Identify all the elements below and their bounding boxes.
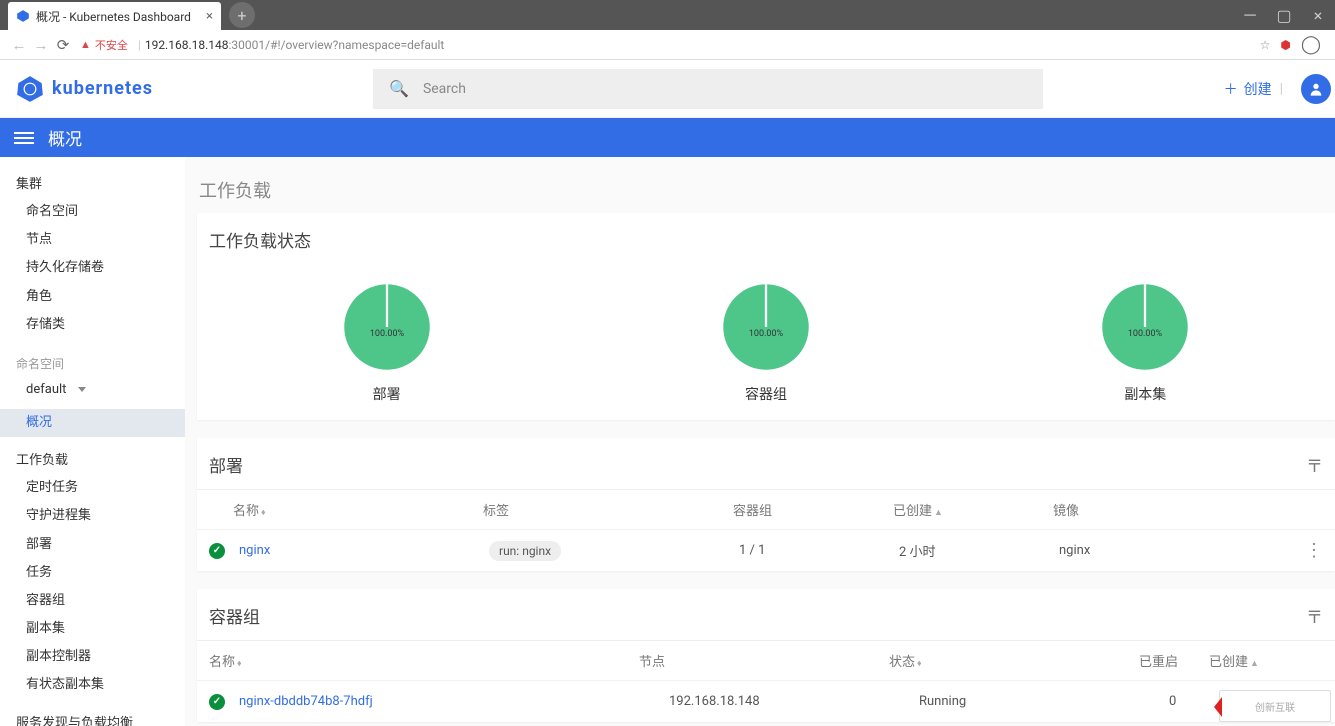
table-header: 名称♦ 标签 容器组 已创建▲ 镜像 <box>197 489 1335 529</box>
security-warning[interactable]: ▲ 不安全 <box>80 37 128 53</box>
new-tab-button[interactable]: + <box>229 2 255 28</box>
card-title: 容器组 <box>209 603 260 628</box>
brand-logo[interactable]: kubernetes <box>16 75 153 103</box>
chevron-down-icon <box>78 387 86 392</box>
browser-toolbar: ← → ⟳ ▲ 不安全 | 192.168.18.148:30001/#!/ov… <box>0 30 1335 60</box>
status-ok-icon <box>209 694 225 710</box>
search-input[interactable]: 🔍 Search <box>373 69 1043 109</box>
deployment-link[interactable]: nginx <box>239 543 489 558</box>
sidebar-section-namespace: 命名空间 <box>0 349 185 378</box>
sidebar-section-discovery: 服务发现与负载均衡 <box>0 706 185 726</box>
profile-avatar-icon[interactable]: ◯ <box>1301 34 1321 55</box>
svg-text:100.00%: 100.00% <box>1128 329 1163 339</box>
sidebar-item-jobs[interactable]: 任务 <box>0 559 185 587</box>
user-icon <box>1308 81 1324 97</box>
sidebar-item-daemonsets[interactable]: 守护进程集 <box>0 502 185 530</box>
sidebar-item-rc[interactable]: 副本控制器 <box>0 643 185 671</box>
sidebar-item-cronjobs[interactable]: 定时任务 <box>0 474 185 502</box>
filter-icon[interactable]: 〒 <box>1306 603 1323 628</box>
kubernetes-favicon-icon <box>16 9 30 23</box>
page-title: 概况 <box>48 125 82 150</box>
card-title: 部署 <box>209 452 243 477</box>
filter-icon[interactable]: 〒 <box>1306 452 1323 477</box>
nav-reload-button[interactable]: ⟳ <box>52 36 74 54</box>
pie-deployments: 100.00% 部署 <box>342 282 432 404</box>
window-maximize-button[interactable]: ▢ <box>1267 0 1301 30</box>
bookmark-star-icon[interactable]: ☆ <box>1260 38 1271 52</box>
sort-icon[interactable]: ▲ <box>934 508 943 518</box>
warning-icon: ▲ <box>80 38 91 51</box>
user-avatar[interactable] <box>1301 74 1331 104</box>
browser-tab[interactable]: 概况 - Kubernetes Dashboard × <box>8 2 221 30</box>
sidebar-item-deployments[interactable]: 部署 <box>0 531 185 559</box>
plus-icon: ＋ <box>1224 79 1238 99</box>
main-content: 工作负载 工作负载状态 100.00% 部署 100.00% 容器组 100.0… <box>185 157 1335 726</box>
sidebar: 集群 命名空间 节点 持久化存储卷 角色 存储类 命名空间 default 概况… <box>0 157 185 726</box>
namespace-select[interactable]: default <box>0 378 185 401</box>
kubernetes-logo-icon <box>16 75 44 103</box>
svg-text:100.00%: 100.00% <box>749 329 784 339</box>
nav-forward-button[interactable]: → <box>30 36 52 54</box>
app-header: kubernetes 🔍 Search ＋ 创建 | <box>0 60 1335 118</box>
pods-card: 容器组 〒 名称♦ 节点 状态♦ 已重启 已创建▲ nginx-dbddb74b… <box>197 589 1335 722</box>
status-ok-icon <box>209 543 225 559</box>
section-workloads-title: 工作负载 <box>199 177 1335 203</box>
sort-icon[interactable]: ♦ <box>237 659 242 669</box>
sidebar-item-overview[interactable]: 概况 <box>0 409 185 437</box>
workload-status-card: 工作负载状态 100.00% 部署 100.00% 容器组 100.00% 副本… <box>197 213 1335 420</box>
sort-icon[interactable]: ♦ <box>917 659 922 669</box>
pie-replicasets: 100.00% 副本集 <box>1100 282 1190 404</box>
nav-back-button[interactable]: ← <box>8 36 30 54</box>
pie-pods: 100.00% 容器组 <box>721 282 811 404</box>
table-row: nginx run: nginx 1 / 1 2 小时 nginx ⋮ <box>197 529 1335 571</box>
sidebar-item-storageclass[interactable]: 存储类 <box>0 311 185 339</box>
sort-icon[interactable]: ♦ <box>261 508 266 518</box>
row-actions-button[interactable]: ⋮ <box>1305 540 1323 561</box>
create-button[interactable]: ＋ 创建 <box>1224 79 1272 99</box>
label-pill: run: nginx <box>489 541 561 561</box>
sidebar-item-pv[interactable]: 持久化存储卷 <box>0 254 185 282</box>
url-input[interactable]: 192.168.18.148:30001/#!/overview?namespa… <box>145 38 1260 52</box>
svg-text:100.00%: 100.00% <box>370 329 405 339</box>
deployments-card: 部署 〒 名称♦ 标签 容器组 已创建▲ 镜像 nginx run: nginx… <box>197 438 1335 571</box>
search-icon: 🔍 <box>389 79 409 98</box>
sidebar-item-nodes[interactable]: 节点 <box>0 226 185 254</box>
adblock-shield-icon[interactable]: ⬢ <box>1280 38 1290 52</box>
page-title-bar: 概况 <box>0 118 1335 157</box>
table-row: nginx-dbddb74b8-7hdfj 192.168.18.148 Run… <box>197 680 1335 722</box>
sidebar-section-workloads: 工作负载 <box>0 443 185 474</box>
tab-title: 概况 - Kubernetes Dashboard <box>36 8 191 25</box>
sidebar-item-statefulsets[interactable]: 有状态副本集 <box>0 671 185 699</box>
pod-link[interactable]: nginx-dbddb74b8-7hdfj <box>239 694 669 709</box>
browser-tab-strip: 概况 - Kubernetes Dashboard × + ─ ▢ × <box>0 0 1335 30</box>
card-title: 工作负载状态 <box>209 227 311 252</box>
sidebar-item-roles[interactable]: 角色 <box>0 283 185 311</box>
sidebar-item-pods[interactable]: 容器组 <box>0 587 185 615</box>
table-header: 名称♦ 节点 状态♦ 已重启 已创建▲ <box>197 640 1335 680</box>
sidebar-section-cluster: 集群 <box>0 167 185 198</box>
sort-icon[interactable]: ▲ <box>1250 659 1259 669</box>
pie-chart-icon: 100.00% <box>342 282 432 372</box>
window-minimize-button[interactable]: ─ <box>1233 0 1267 30</box>
close-tab-icon[interactable]: × <box>206 9 213 24</box>
sidebar-item-replicasets[interactable]: 副本集 <box>0 615 185 643</box>
sidebar-item-namespaces[interactable]: 命名空间 <box>0 198 185 226</box>
pie-chart-icon: 100.00% <box>1100 282 1190 372</box>
pie-chart-icon: 100.00% <box>721 282 811 372</box>
watermark: 创新互联 <box>1219 690 1331 722</box>
window-close-button[interactable]: × <box>1301 0 1335 30</box>
menu-toggle-button[interactable] <box>14 132 34 144</box>
